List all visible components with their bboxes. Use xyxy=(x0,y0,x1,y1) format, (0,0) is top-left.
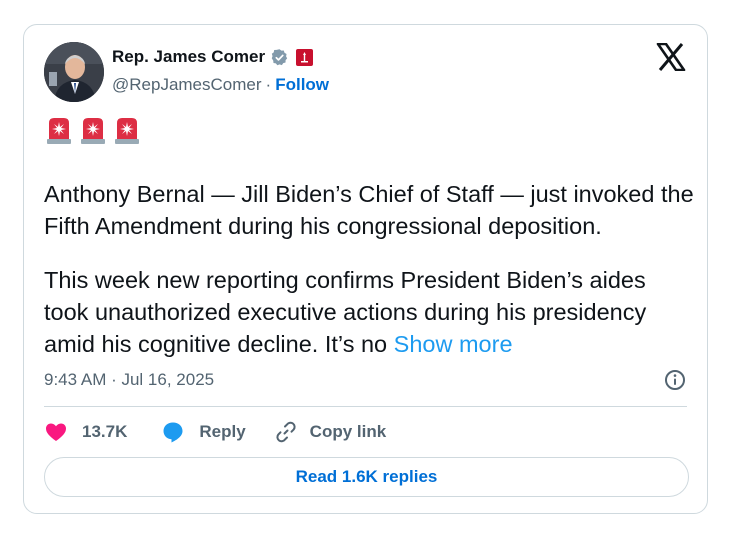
author-name[interactable]: Rep. James Comer xyxy=(112,47,265,67)
reply-bubble-icon xyxy=(161,420,185,444)
link-icon xyxy=(274,420,298,444)
divider xyxy=(44,406,687,407)
tweet-paragraph: Anthony Bernal — Jill Biden’s Chief of S… xyxy=(44,181,694,239)
tweet-text: Anthony Bernal — Jill Biden’s Chief of S… xyxy=(44,178,694,382)
tweet-paragraph: This week new reporting confirms Preside… xyxy=(44,264,694,360)
tweet-timestamp[interactable]: 9:43 AM · Jul 16, 2025 xyxy=(44,370,214,390)
x-logo-icon[interactable] xyxy=(656,42,686,72)
show-more-link[interactable]: Show more xyxy=(394,331,513,357)
police-car-light-icon xyxy=(44,115,74,145)
tweet-actions: 13.7K Reply Copy link xyxy=(44,419,386,445)
police-car-light-icon xyxy=(112,115,142,145)
like-count: 13.7K xyxy=(82,422,128,441)
emoji-row xyxy=(44,115,142,145)
heart-icon xyxy=(44,420,68,444)
read-replies-button[interactable]: Read 1.6K replies xyxy=(44,457,689,497)
author-handle-row: @RepJamesComer · Follow xyxy=(112,75,329,95)
government-affiliation-icon xyxy=(296,48,314,66)
embedded-tweet-card: Rep. James Comer @RepJamesComer · Follow xyxy=(23,24,708,514)
copy-link-label: Copy link xyxy=(309,422,387,441)
author-avatar[interactable] xyxy=(44,42,104,102)
copy-link-button[interactable]: Copy link xyxy=(274,420,387,444)
verified-badge-icon xyxy=(270,48,289,67)
author-handle[interactable]: @RepJamesComer xyxy=(112,75,262,95)
follow-link[interactable]: Follow xyxy=(275,75,329,95)
separator-dot: · xyxy=(265,75,272,94)
like-button[interactable]: 13.7K xyxy=(44,420,127,444)
reply-button[interactable]: Reply xyxy=(161,420,246,444)
police-car-light-icon xyxy=(78,115,108,145)
info-icon[interactable] xyxy=(664,369,686,391)
tweet-paragraph-text: This week new reporting confirms Preside… xyxy=(44,267,647,357)
reply-label: Reply xyxy=(199,422,246,441)
author-name-row: Rep. James Comer xyxy=(112,45,314,69)
